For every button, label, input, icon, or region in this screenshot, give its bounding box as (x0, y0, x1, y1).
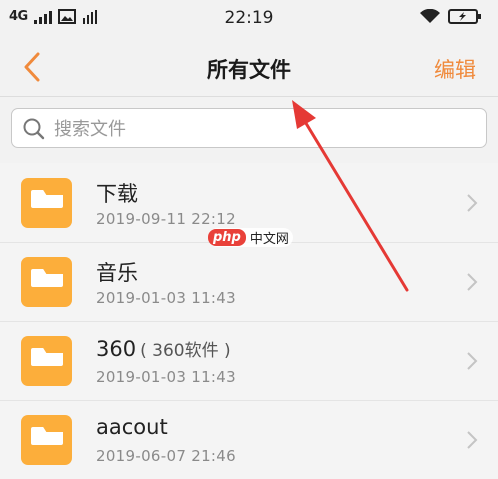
file-list: 下载 2019-09-11 22:12 音乐 2019-01-03 11:43 … (0, 164, 498, 479)
list-item[interactable]: aacout 2019-06-07 21:46 (0, 400, 498, 479)
file-date: 2019-06-07 21:46 (96, 447, 236, 465)
list-item[interactable]: 音乐 2019-01-03 11:43 (0, 242, 498, 321)
folder-icon (21, 257, 72, 307)
status-right (420, 9, 481, 24)
wifi-icon (420, 9, 440, 23)
file-name: 音乐 (96, 261, 138, 285)
chevron-right-icon (467, 273, 478, 291)
battery-icon (448, 9, 481, 24)
folder-icon (21, 415, 72, 465)
status-bar: 4G 22:19 (0, 0, 498, 36)
watermark-text: 中文网 (249, 232, 289, 247)
folder-icon (21, 178, 72, 228)
search-box[interactable] (11, 108, 487, 148)
watermark-logo: php (208, 229, 246, 246)
file-date: 2019-01-03 11:43 (96, 289, 236, 307)
chevron-right-icon (467, 194, 478, 212)
edit-button[interactable]: 编辑 (434, 54, 476, 84)
search-icon (23, 118, 45, 140)
page-title: 所有文件 (207, 58, 291, 82)
folder-icon (21, 336, 72, 386)
file-date: 2019-09-11 22:12 (96, 210, 236, 228)
file-name: 360( 360软件 ) (96, 337, 231, 361)
watermark: php 中文网 (208, 228, 293, 247)
search-input[interactable] (52, 115, 476, 143)
nav-bar: 所有文件 编辑 (0, 36, 498, 97)
chevron-right-icon (467, 431, 478, 449)
file-name: aacout (96, 415, 168, 439)
file-date: 2019-01-03 11:43 (96, 368, 236, 386)
search-area (0, 97, 498, 163)
file-name: 下载 (96, 182, 138, 206)
chevron-right-icon (467, 352, 478, 370)
list-item[interactable]: 360( 360软件 ) 2019-01-03 11:43 (0, 321, 498, 400)
